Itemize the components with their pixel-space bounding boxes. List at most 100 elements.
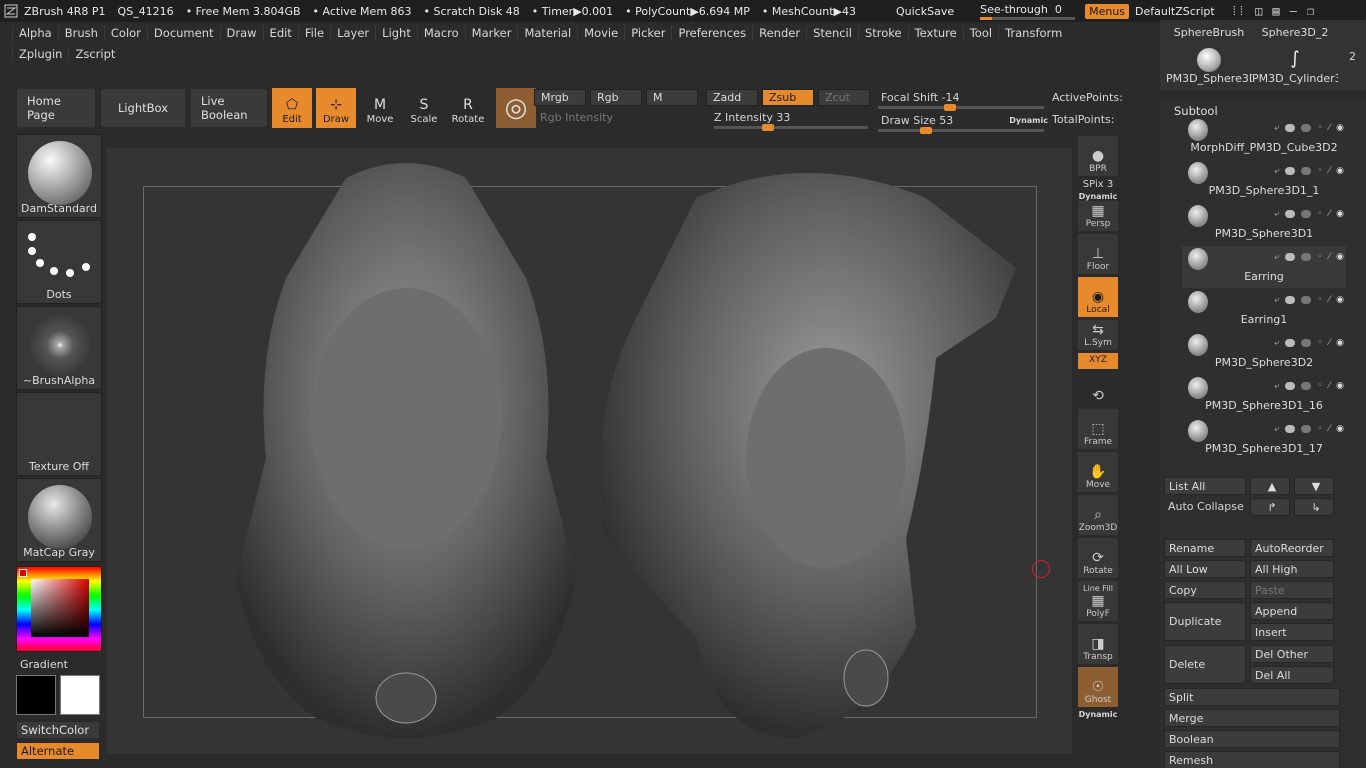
subtool-item[interactable]: ⤶ ◦ ⁄ ◉ PM3D_Sphere3D1_16 bbox=[1182, 375, 1346, 417]
main-color-swatch[interactable] bbox=[16, 675, 56, 715]
switch-color-button[interactable]: SwitchColor bbox=[16, 721, 100, 739]
subtool-item[interactable]: ⤶ ◦ ⁄ ◉ PM3D_Sphere3D1_1 bbox=[1182, 160, 1346, 202]
visibility-dot-icon[interactable] bbox=[1301, 382, 1312, 390]
brush-icon[interactable]: ⁄ bbox=[1329, 123, 1331, 133]
z-intensity-slider[interactable] bbox=[714, 124, 868, 131]
subtool-item[interactable]: ⤶ ◦ ⁄ ◉ Earring bbox=[1182, 246, 1346, 288]
menu-item[interactable]: Render bbox=[752, 25, 806, 41]
bpr-button[interactable]: ● BPR bbox=[1078, 136, 1118, 176]
focal-shift-slider[interactable] bbox=[878, 104, 1044, 111]
brush-icon[interactable]: ⁄ bbox=[1329, 338, 1331, 348]
copy-button[interactable]: Copy bbox=[1164, 581, 1246, 599]
local-button[interactable]: ◉ Local bbox=[1078, 277, 1118, 317]
move-button[interactable]: M Move bbox=[360, 88, 400, 128]
menu-item[interactable]: File bbox=[297, 25, 330, 41]
brush-icon[interactable]: ⁄ bbox=[1329, 252, 1331, 262]
polypaint-toggle-icon[interactable] bbox=[1285, 382, 1296, 390]
brush-icon[interactable]: ⁄ bbox=[1329, 209, 1331, 219]
menu-item[interactable]: Draw bbox=[219, 25, 263, 41]
menu-item[interactable]: Movie bbox=[577, 25, 624, 41]
material-slot[interactable]: MatCap Gray bbox=[16, 478, 102, 562]
settings-icon[interactable]: ◦ bbox=[1317, 166, 1322, 176]
insert-button[interactable]: Insert bbox=[1250, 623, 1334, 641]
eye-icon[interactable]: ◉ bbox=[1336, 209, 1344, 219]
draw-button[interactable]: ⊹ Draw bbox=[316, 88, 356, 128]
menu-item[interactable]: Stencil bbox=[806, 25, 858, 41]
paste-button[interactable]: Paste bbox=[1250, 581, 1334, 599]
visibility-dot-icon[interactable] bbox=[1301, 124, 1312, 132]
subtool-title[interactable]: Subtool bbox=[1174, 104, 1218, 118]
menu-item[interactable]: Tool bbox=[962, 25, 998, 41]
alternate-button[interactable]: Alternate bbox=[16, 742, 100, 760]
alpha-slot[interactable]: ~BrushAlpha bbox=[16, 306, 102, 390]
persp-button[interactable]: ▦ Persp bbox=[1078, 201, 1118, 231]
subtool-item[interactable]: ⤶ ◦ ⁄ ◉ PM3D_Sphere3D1_17 bbox=[1182, 418, 1346, 460]
brush-slot[interactable]: DamStandard bbox=[16, 134, 102, 218]
all-low-button[interactable]: All Low bbox=[1164, 560, 1246, 578]
subtool-item[interactable]: ⤶ ◦ ⁄ ◉ Earring1 bbox=[1182, 289, 1346, 331]
move-out-button[interactable]: ↱ bbox=[1250, 498, 1290, 516]
see-through-slider[interactable]: See-through 0 bbox=[980, 3, 1076, 20]
menu-item[interactable]: Texture bbox=[907, 25, 963, 41]
texture-slot[interactable]: Texture Off bbox=[16, 392, 102, 476]
visibility-dot-icon[interactable] bbox=[1301, 167, 1312, 175]
menu-item[interactable]: Zplugin bbox=[12, 46, 68, 62]
brush-icon[interactable]: ⁄ bbox=[1329, 424, 1331, 434]
zsub-button[interactable]: Zsub bbox=[762, 88, 814, 106]
move-in-button[interactable]: ↳ bbox=[1294, 498, 1334, 516]
rgb-button[interactable]: Rgb bbox=[590, 88, 642, 106]
settings-icon[interactable]: ◦ bbox=[1317, 338, 1322, 348]
zcut-button[interactable]: Zcut bbox=[818, 88, 870, 106]
polypaint-toggle-icon[interactable] bbox=[1285, 253, 1296, 261]
rename-button[interactable]: Rename bbox=[1164, 539, 1246, 557]
transp-button[interactable]: ◨ Transp bbox=[1078, 624, 1118, 664]
auto-reorder-button[interactable]: AutoReorder bbox=[1250, 539, 1334, 557]
menu-item[interactable]: Light bbox=[375, 25, 417, 41]
menu-item[interactable]: Color bbox=[103, 25, 147, 41]
settings-icon[interactable]: ◦ bbox=[1317, 381, 1322, 391]
eye-icon[interactable]: ◉ bbox=[1336, 338, 1344, 348]
tool-sphere3d-2[interactable]: Sphere3D_2 bbox=[1252, 26, 1338, 39]
xyz-button[interactable]: XYZ bbox=[1078, 353, 1118, 369]
floor-button[interactable]: ⊥ Floor bbox=[1078, 234, 1118, 274]
menu-item[interactable]: Layer bbox=[330, 25, 375, 41]
edit-button[interactable]: ⬠ Edit bbox=[272, 88, 312, 128]
secondary-color-swatch[interactable] bbox=[60, 675, 100, 715]
menu-item[interactable]: Transform bbox=[998, 25, 1068, 41]
menu-item[interactable]: Material bbox=[517, 25, 577, 41]
mrgb-button[interactable]: Mrgb bbox=[534, 88, 586, 106]
list-all-button[interactable]: List All bbox=[1164, 477, 1246, 495]
del-other-button[interactable]: Del Other bbox=[1250, 645, 1334, 663]
spix-slider[interactable]: SPix 3 bbox=[1076, 179, 1120, 190]
eye-icon[interactable]: ◉ bbox=[1336, 252, 1344, 262]
scale-button[interactable]: S Scale bbox=[404, 88, 444, 128]
rotate-axis-buttons[interactable]: ⟲ bbox=[1078, 372, 1118, 406]
menu-item[interactable]: Alpha bbox=[12, 25, 58, 41]
menu-item[interactable]: Picker bbox=[624, 25, 671, 41]
eye-icon[interactable]: ◉ bbox=[1336, 424, 1344, 434]
remesh-section[interactable]: Remesh bbox=[1164, 751, 1340, 768]
menu-item[interactable]: Zscript bbox=[68, 46, 121, 62]
tool-pm3d-cylinder3[interactable]: ∫ PM3D_Cylinder3 bbox=[1252, 48, 1338, 85]
polyf-button[interactable]: Line Fill ▦ PolyF bbox=[1078, 581, 1118, 621]
live-boolean-button[interactable]: Live Boolean bbox=[190, 88, 268, 128]
m-button[interactable]: M bbox=[646, 88, 698, 106]
brush-icon[interactable]: ⁄ bbox=[1329, 295, 1331, 305]
canvas-viewport[interactable] bbox=[106, 148, 1072, 754]
visibility-dot-icon[interactable] bbox=[1301, 210, 1312, 218]
append-button[interactable]: Append bbox=[1250, 602, 1334, 620]
menu-item[interactable]: Preferences bbox=[671, 25, 752, 41]
menu-item[interactable]: Stroke bbox=[857, 25, 908, 41]
home-page-button[interactable]: Home Page bbox=[16, 88, 96, 128]
visibility-dot-icon[interactable] bbox=[1301, 425, 1312, 433]
material-swatch-button[interactable]: ◎ bbox=[496, 88, 536, 128]
move-view-button[interactable]: ✋ Move bbox=[1078, 452, 1118, 492]
settings-icon[interactable]: ◦ bbox=[1317, 424, 1322, 434]
menu-item[interactable]: Marker bbox=[464, 25, 518, 41]
subtool-item[interactable]: ⤶ ◦ ⁄ ◉ MorphDiff_PM3D_Cube3D2 bbox=[1182, 117, 1346, 159]
menu-item[interactable]: Edit bbox=[262, 25, 298, 41]
zadd-button[interactable]: Zadd bbox=[706, 88, 758, 106]
tool-spherebrush[interactable]: SphereBrush bbox=[1166, 26, 1252, 39]
menu-item[interactable]: Brush bbox=[57, 25, 104, 41]
settings-icon[interactable]: ◦ bbox=[1317, 252, 1322, 262]
